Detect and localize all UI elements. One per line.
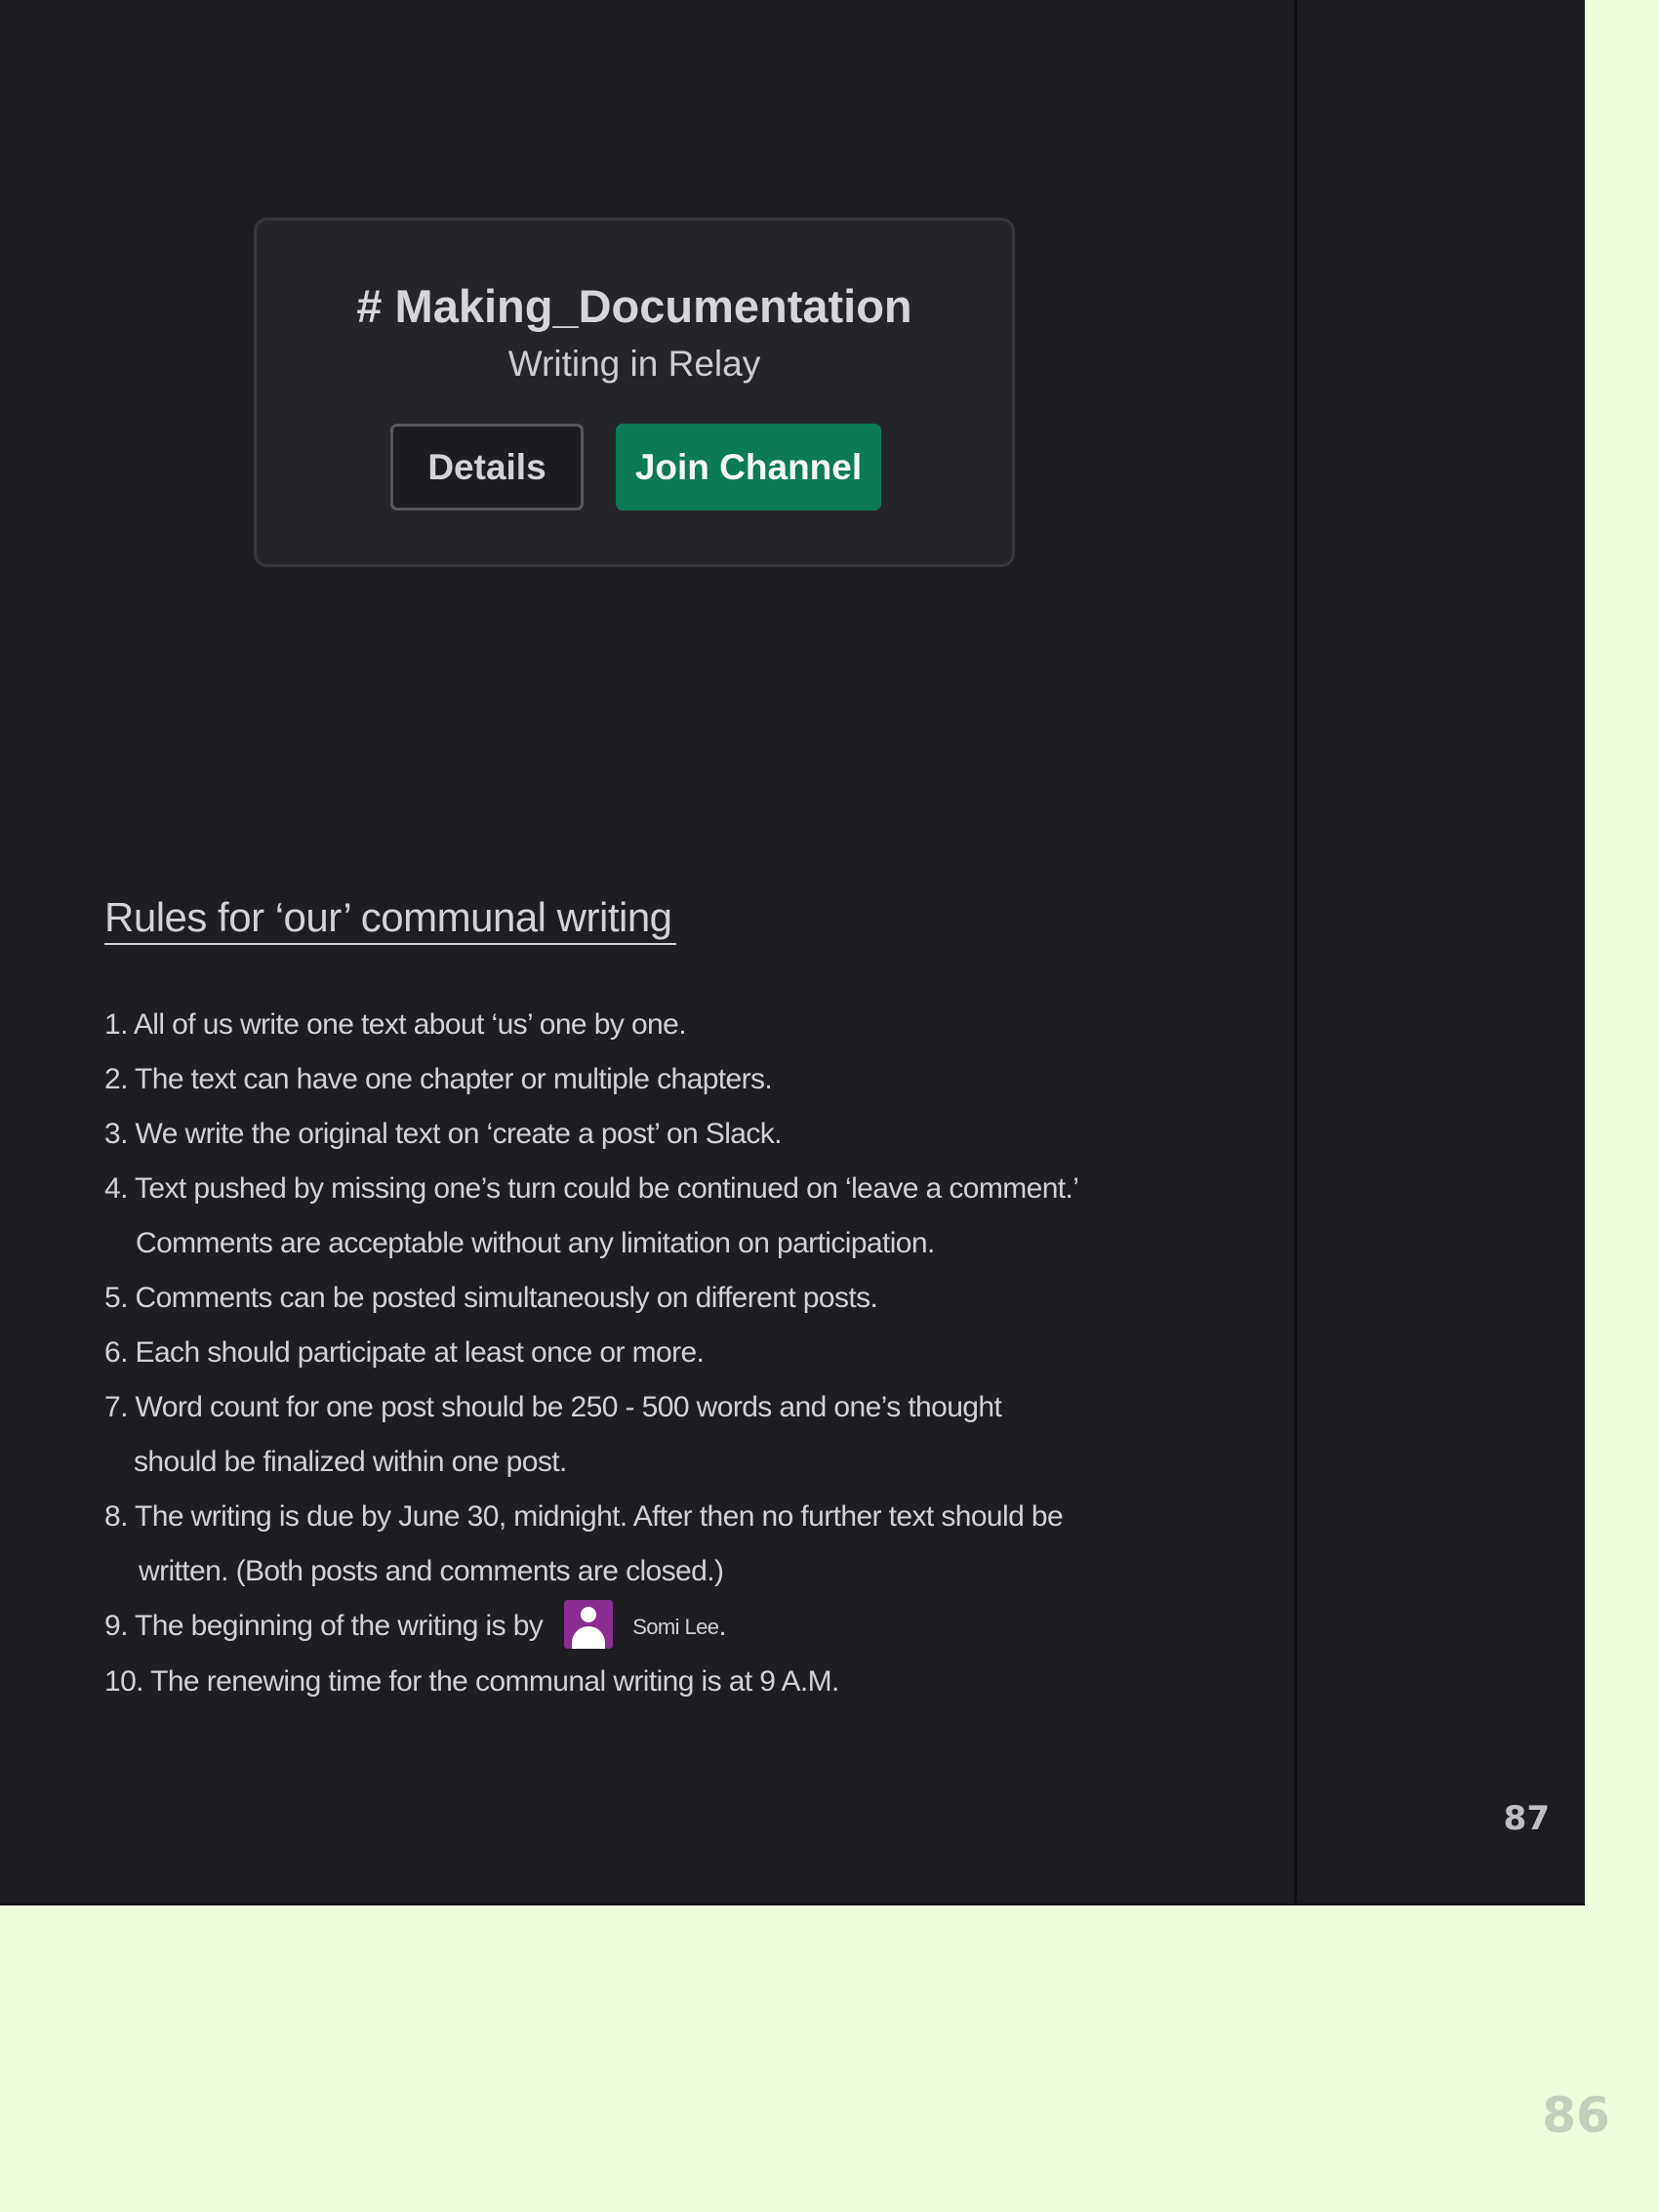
front-page-number: 87 [1503,1799,1550,1838]
channel-subtitle: Writing in Relay [507,344,761,384]
channel-card: # Making_Documentation Writing in Relay … [254,218,1015,567]
rule-item: 10. The renewing time for the communal w… [104,1665,839,1699]
rule-item: 5. Comments can be posted simultaneously… [104,1282,878,1314]
join-channel-button[interactable]: Join Channel [616,424,881,511]
rule-item: 4. Text pushed by missing one’s turn cou… [104,1162,1275,1271]
channel-title: # Making_Documentation [356,280,912,332]
rule-item: 3. We write the original text on ‘create… [104,1118,783,1150]
slack-screenshot-page: # Making_Documentation Writing in Relay … [0,0,1585,1905]
rule-item: 1. All of us write one text about ‘us’ o… [104,1008,687,1041]
rule-continuation: written. (Both posts and comments are cl… [139,1555,724,1587]
rule-item: 2. The text can have one chapter or mult… [104,1063,773,1095]
rules-heading: Rules for ‘our’ communal writing [104,894,676,945]
rule-item: 7. Word count for one post should be 250… [104,1380,1275,1490]
rule-continuation: should be finalized within one post. [134,1446,567,1478]
user-avatar-icon[interactable] [564,1600,614,1650]
rule-item: 6. Each should participate at least once… [104,1336,705,1369]
rule-item: 9. The beginning of the writing is by Som… [104,1599,1275,1655]
rule-continuation: Comments are acceptable without any limi… [136,1227,935,1259]
rules-list: 1. All of us write one text about ‘us’ o… [104,998,1275,1709]
back-page-number: 86 [1542,2087,1610,2144]
rule-item: 8. The writing is due by June 30, midnig… [104,1490,1275,1599]
page-divider [1294,0,1297,1904]
details-button[interactable]: Details [390,424,584,511]
author-mention[interactable]: Somi Lee [632,1615,719,1639]
